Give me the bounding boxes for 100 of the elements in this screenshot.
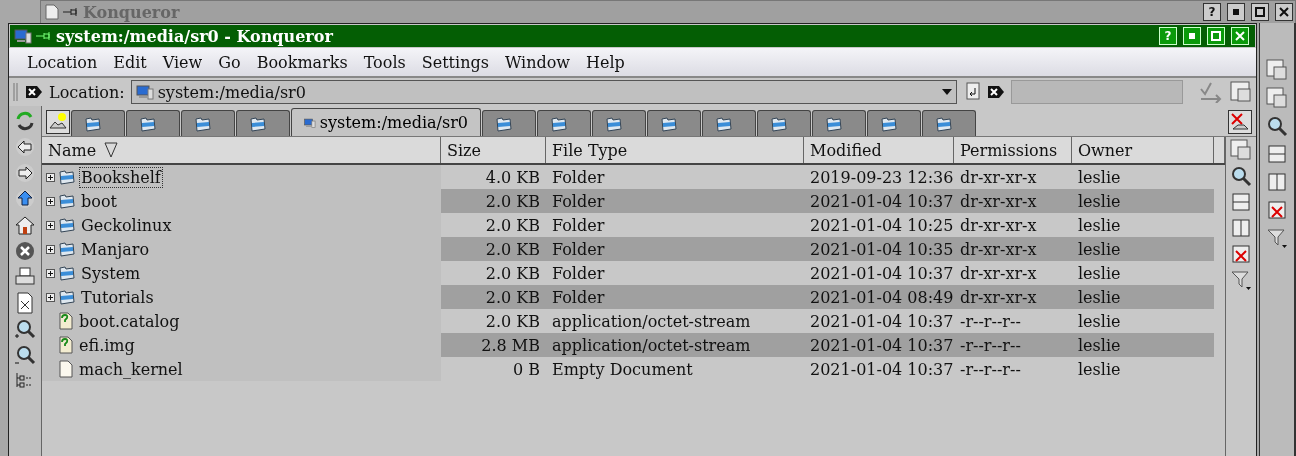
tab[interactable]	[537, 110, 591, 136]
column-header[interactable]: File Type	[546, 137, 804, 163]
column-header[interactable]: Size	[441, 137, 546, 163]
menu-item[interactable]: Help	[578, 52, 633, 72]
expand-icon[interactable]	[46, 292, 55, 302]
pin-icon[interactable]	[36, 31, 52, 41]
tab[interactable]	[482, 110, 536, 136]
minimize-button[interactable]	[1227, 3, 1245, 21]
location-field[interactable]: system:/media/sr0	[130, 80, 957, 104]
expand-icon[interactable]	[46, 220, 55, 230]
table-cell: 2.0 KB	[441, 285, 546, 309]
expand-icon[interactable]	[46, 244, 55, 254]
table-cell: leslie	[1072, 237, 1214, 261]
tab[interactable]	[922, 110, 976, 136]
column-header[interactable]: Permissions	[954, 137, 1072, 163]
expand-icon[interactable]	[46, 268, 55, 278]
help-button[interactable]: ?	[1159, 27, 1178, 45]
column-header[interactable]: Owner	[1072, 137, 1214, 163]
filter-icon[interactable]	[1266, 227, 1289, 249]
reload-icon[interactable]	[14, 110, 36, 132]
table-cell-text: dr-xr-xr-x	[959, 166, 1038, 189]
pin-icon[interactable]	[63, 7, 79, 17]
menu-item[interactable]: Go	[210, 52, 249, 72]
help-button[interactable]: ?	[1203, 3, 1221, 21]
menu-item[interactable]: Edit	[105, 52, 155, 72]
folder-icon	[550, 114, 568, 133]
table-cell-text: 2019-09-23 12:36	[809, 166, 954, 189]
expand-icon[interactable]	[46, 196, 55, 206]
tab[interactable]	[236, 110, 290, 136]
filter-icon[interactable]	[1230, 269, 1253, 291]
tab[interactable]	[592, 110, 646, 136]
zoom-icon[interactable]	[1266, 115, 1289, 137]
home-icon[interactable]	[14, 214, 36, 236]
menu-item[interactable]: Tools	[355, 52, 414, 72]
split-vertical-icon[interactable]	[1230, 217, 1253, 239]
panel-icon[interactable]	[1266, 87, 1289, 109]
tab[interactable]	[71, 110, 125, 136]
panel-icon[interactable]	[1230, 81, 1253, 103]
tab[interactable]	[867, 110, 921, 136]
unknown-file-icon	[58, 312, 74, 330]
minimize-icon	[1233, 9, 1239, 15]
maximize-button[interactable]	[1251, 3, 1269, 21]
folder-icon	[58, 240, 76, 258]
menu-item[interactable]: Window	[496, 52, 579, 72]
sort-indicator-icon	[104, 142, 119, 158]
folder-icon	[58, 288, 76, 306]
panel-icon[interactable]	[1266, 59, 1289, 81]
table-cell: dr-xr-xr-x	[954, 237, 1072, 261]
new-tab-button[interactable]	[46, 110, 70, 134]
file-name[interactable]: Bookshelf	[79, 166, 163, 188]
table-cell: Folder	[546, 237, 804, 261]
close-tab-button[interactable]	[1228, 110, 1253, 134]
zoom-out-icon[interactable]	[14, 344, 36, 366]
clear-icon[interactable]	[25, 85, 43, 99]
file-name[interactable]: Manjaro	[79, 238, 151, 260]
maximize-icon	[1255, 7, 1265, 17]
table-cell-text: 2021-01-04 10:37	[809, 310, 954, 333]
split-horizontal-icon[interactable]	[1230, 191, 1253, 213]
menu-item[interactable]: Location	[19, 52, 106, 72]
column-header[interactable]: Name	[42, 137, 441, 163]
file-name[interactable]: boot	[79, 190, 119, 212]
table-cell-text: application/octet-stream	[551, 310, 752, 333]
split-vertical-icon[interactable]	[1266, 171, 1289, 193]
close-button[interactable]	[1275, 3, 1293, 21]
remove-view-icon[interactable]	[1230, 243, 1253, 265]
tab[interactable]	[126, 110, 180, 136]
menu-item[interactable]: Settings	[413, 52, 497, 72]
document-icon	[58, 360, 74, 378]
table-cell-text: 4.0 KB	[484, 166, 541, 189]
toolbar-handle-icon[interactable]	[13, 82, 19, 102]
stop-icon[interactable]	[14, 240, 36, 262]
tab[interactable]	[812, 110, 866, 136]
file-name[interactable]: System	[79, 262, 143, 284]
forward-icon[interactable]	[14, 162, 36, 184]
zoom-in-icon[interactable]	[14, 318, 36, 340]
menu-item[interactable]: Bookmarks	[248, 52, 356, 72]
menu-item[interactable]: View	[154, 52, 211, 72]
dropdown-arrow-icon[interactable]	[941, 89, 952, 95]
zoom-icon[interactable]	[1230, 165, 1253, 187]
clear-icon[interactable]	[986, 85, 1005, 99]
print-icon[interactable]	[14, 266, 36, 288]
column-header[interactable]: Modified	[804, 137, 954, 163]
tab[interactable]	[181, 110, 235, 136]
tab[interactable]	[647, 110, 701, 136]
document-icon	[45, 4, 59, 20]
up-icon[interactable]	[14, 188, 36, 210]
close-icon	[1235, 31, 1246, 41]
tab[interactable]	[757, 110, 811, 136]
tab[interactable]	[702, 110, 756, 136]
remove-view-icon[interactable]	[1266, 199, 1289, 221]
file-name[interactable]: Tutorials	[79, 286, 156, 308]
folder-icon	[880, 114, 898, 133]
file-name[interactable]: efi.img	[77, 334, 137, 356]
expand-icon[interactable]	[46, 172, 55, 182]
search-field[interactable]	[1010, 80, 1183, 104]
tab[interactable]: system:/media/sr0	[291, 108, 481, 136]
split-horizontal-icon[interactable]	[1266, 143, 1289, 165]
panel-icon[interactable]	[1230, 139, 1253, 161]
back-icon[interactable]	[14, 136, 36, 158]
document-close-icon[interactable]	[14, 292, 36, 314]
